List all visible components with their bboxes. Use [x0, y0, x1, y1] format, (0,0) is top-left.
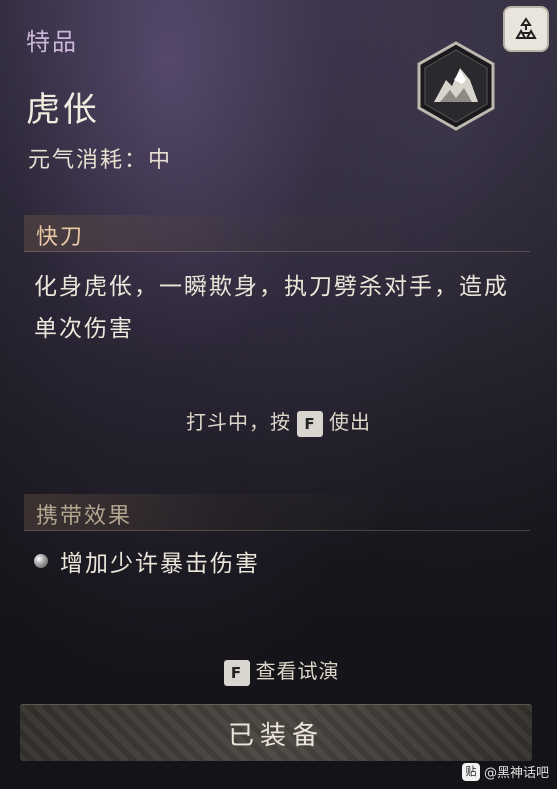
watermark-text: @黑神话吧 [483, 766, 549, 781]
mountain-emblem-icon[interactable] [503, 6, 549, 52]
spirit-cost: 元气消耗：中 [28, 148, 173, 173]
equipped-button[interactable]: 已装备 [20, 704, 532, 761]
tieba-logo-icon: 贴 [461, 762, 480, 781]
skill-tooltip-panel: 特品 虎伥 元气消耗：中 快刀 化身虎伥，一瞬欺身，执刀劈杀对手，造成单次伤害 … [0, 0, 557, 789]
equipped-label: 已装备 [227, 720, 324, 751]
quality-label: 特品 [26, 28, 78, 56]
hint-before: 打斗中，按 [186, 410, 291, 434]
section-carry-effect: 携带效果 [24, 494, 530, 531]
preview-action[interactable]: F 查看试演 [0, 655, 557, 686]
f-key-icon: F [297, 410, 323, 437]
f-key-icon: F [223, 659, 250, 686]
preview-label: 查看试演 [255, 659, 340, 683]
carry-effect-item: 增加少许暴击伤害 [34, 544, 260, 578]
skill-name: 虎伥 [26, 90, 100, 130]
tiger-skill-icon [410, 40, 502, 132]
section-quick-blade: 快刀 [24, 215, 530, 252]
skill-description: 化身虎伥，一瞬欺身，执刀劈杀对手，造成单次伤害 [34, 274, 509, 342]
carry-effect-text: 增加少许暴击伤害 [60, 551, 260, 577]
section-quick-title: 快刀 [36, 225, 85, 250]
watermark: 贴 @黑神话吧 [461, 762, 549, 781]
hint-after: 使出 [329, 410, 371, 434]
section-carry-title: 携带效果 [36, 504, 133, 529]
pearl-bullet-icon [34, 554, 48, 568]
use-hint: 打斗中，按 F 使出 [0, 406, 557, 437]
